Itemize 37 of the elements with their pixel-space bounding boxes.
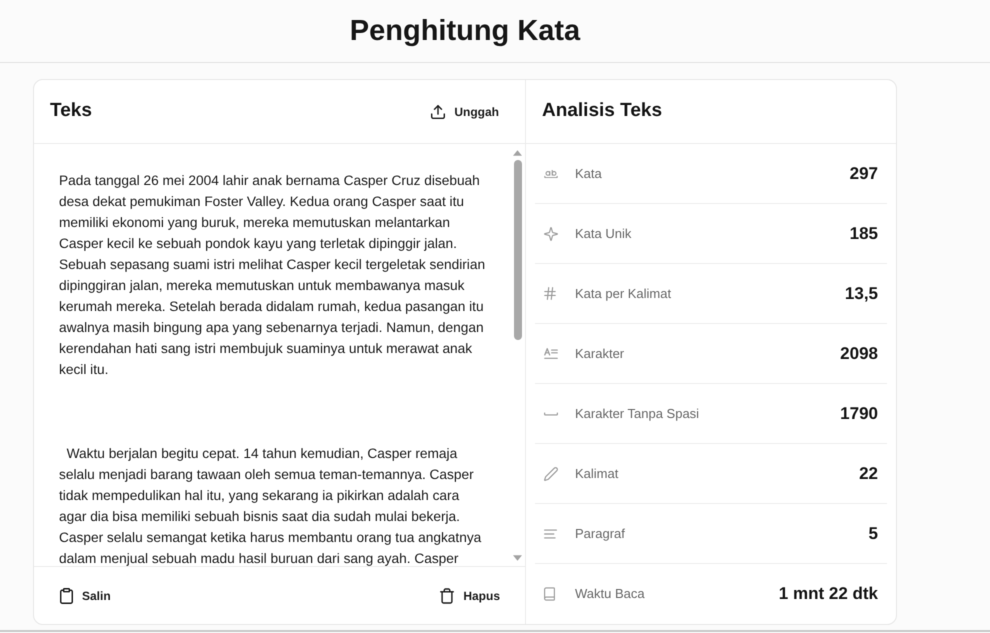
stat-label: Karakter — [575, 344, 624, 363]
app-title: Penghitung Kata — [350, 14, 580, 48]
stat-label: Kata per Kalimat — [575, 284, 672, 303]
scrollbar-thumb[interactable] — [514, 160, 522, 340]
stat-value: 297 — [850, 162, 878, 185]
stat-label: Kata Unik — [575, 224, 632, 243]
word-icon — [544, 170, 558, 178]
stat-label: Kalimat — [575, 464, 618, 483]
clipboard-icon — [60, 588, 73, 604]
panel-title: Teks — [50, 100, 92, 123]
stat-label: Waktu Baca — [575, 585, 645, 604]
stat-label: Kata — [575, 164, 602, 183]
text-lines-icon — [544, 528, 557, 538]
stat-value: 1790 — [840, 402, 878, 425]
stat-label: Paragraf — [575, 524, 625, 543]
upload-icon — [431, 104, 446, 118]
hash-icon — [544, 287, 556, 300]
book-icon — [544, 587, 555, 601]
pencil-icon — [544, 466, 558, 480]
text-input-area[interactable]: Pada tanggal 26 mei 2004 lahir anak bernama Casper Cruz disebuah desa dekat pemukiman Foster Valley. Kedua orang Casper saat itu memiliki ekonomi yang buruk, mereka memutuskan melantarkan Casper kecil ke sebuah pondok kayu yang terletak dipinggir jalan. Sebuah sepasang suami istri melihat Casper kecil tergeletak sendirian dipinggiran jalan, mereka memutuskan untuk membawanya masuk kerumah mereka. Setelah berada didalam rumah, kedua pasangan itu awalnya masih bingung apa yang sebenarnya terjadi. Namun, dengan kerendahan hati sang istri membujuk suaminya untuk merawat anak kecil itu. Waktu berjalan begitu cepat. 14 tahun kemudian, Casper remaja selalu menjadi barang tawaan oleh semua teman-temannya. Casper tidak mempedulikan hal itu, yang sekarang ia pikirkan adalah cara agar dia bisa memiliki sebuah bisnis saat dia sudah mulai bekerja. Casper selalu semangat ketika harus membantu orang tua angkatnya dalam menjual sebuah madu hasil buruan dari sang ayah. Casper — [34, 144, 488, 566]
stat-value: 13,5 — [844, 282, 878, 305]
trash-icon — [440, 588, 454, 604]
upload-button[interactable]: Unggah — [421, 96, 509, 126]
space-bar-icon — [544, 412, 558, 416]
scroll-down-arrow-icon[interactable] — [513, 555, 522, 561]
stat-value: 2098 — [840, 342, 878, 365]
scroll-up-arrow-icon[interactable] — [513, 150, 522, 156]
panel-title: Analisis Teks — [542, 100, 662, 123]
stat-value: 1 mnt 22 dtk — [778, 583, 878, 606]
sparkle-icon — [544, 226, 558, 240]
stat-label: Karakter Tanpa Spasi — [575, 404, 700, 423]
copy-button[interactable]: Salin — [50, 580, 121, 610]
stat-value: 22 — [859, 462, 878, 485]
stat-value: 5 — [868, 522, 878, 545]
stat-value: 185 — [850, 222, 878, 245]
letter-lines-icon — [544, 348, 558, 359]
clear-button[interactable]: Hapus — [430, 580, 510, 610]
